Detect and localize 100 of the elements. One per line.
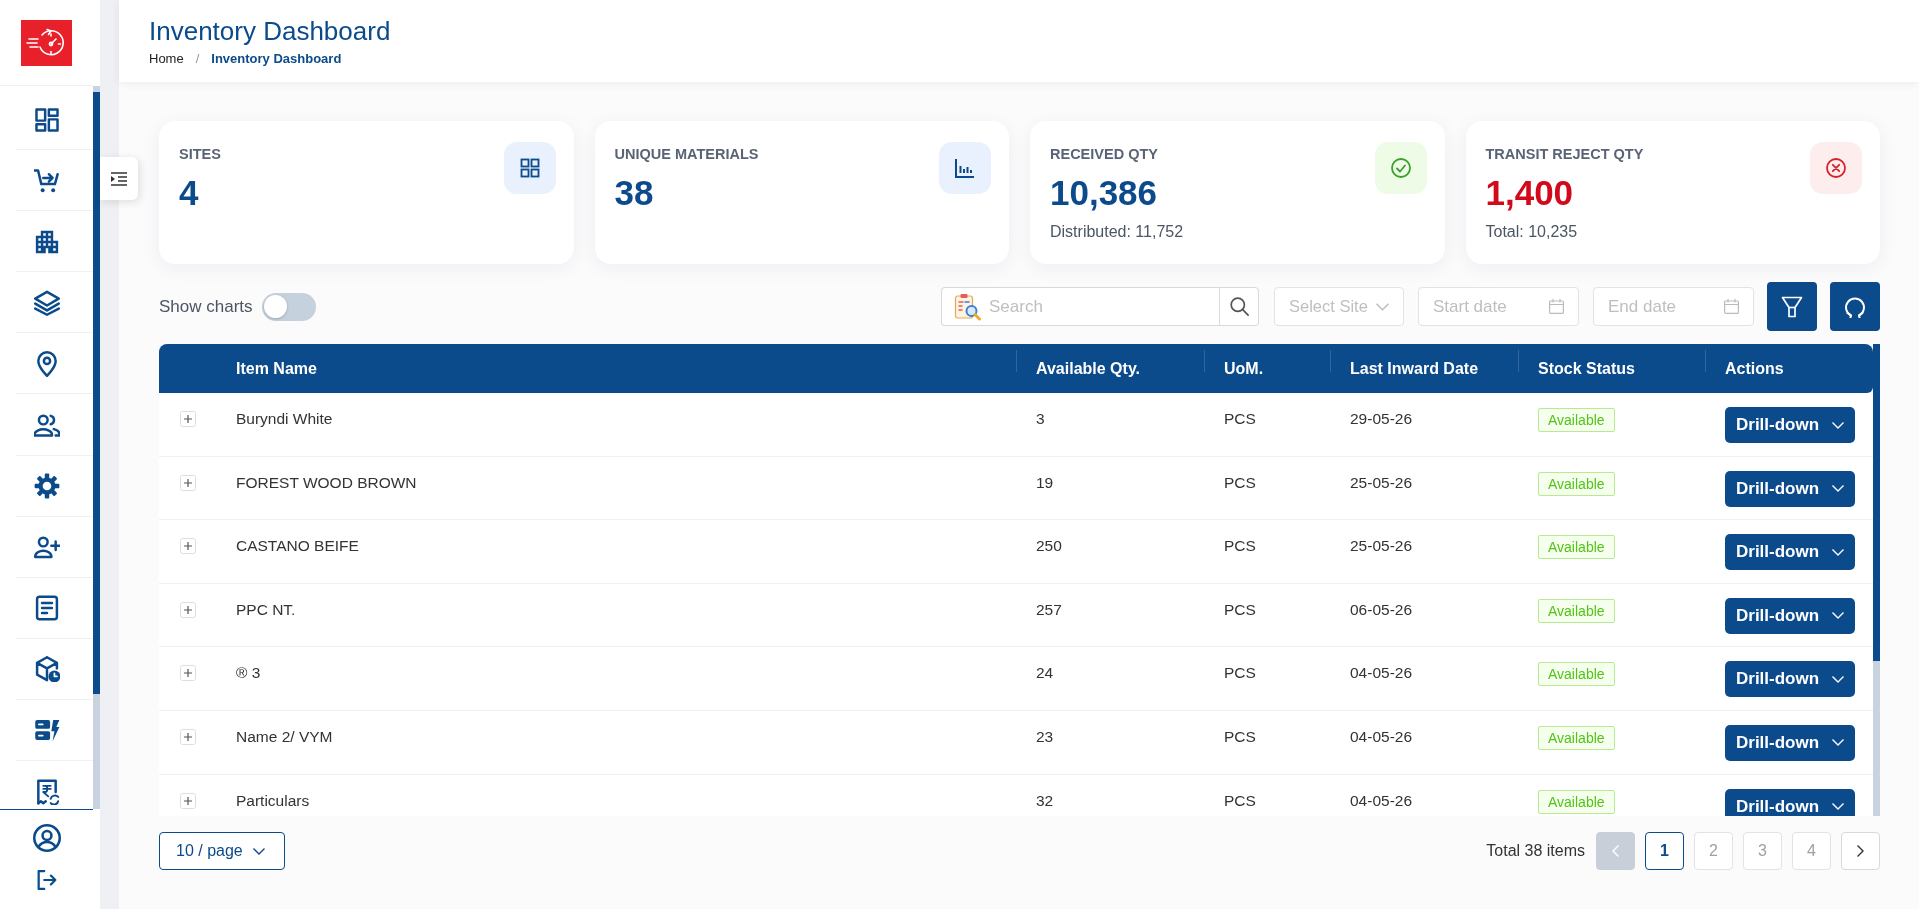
plus-square-icon[interactable] (179, 411, 196, 427)
start-date-field[interactable]: Start date (1418, 287, 1579, 326)
chevron-down-icon (1832, 739, 1844, 747)
unit-value: PCS (1224, 599, 1256, 620)
unit-value: PCS (1224, 536, 1256, 557)
column-header: Stock Status (1538, 359, 1635, 377)
inward-date: 04-05-26 (1350, 790, 1413, 811)
clipboard-search-icon (954, 292, 982, 321)
quantity-value: 250 (1036, 536, 1062, 557)
inward-date: 25-05-26 (1350, 472, 1413, 493)
stat-label: UNIQUE MATERIALS (614, 145, 759, 163)
search-button[interactable] (1219, 287, 1259, 326)
collapse-sidebar-button[interactable] (100, 157, 138, 200)
status-badge: Available (1538, 598, 1615, 623)
cart-arrow-icon (33, 167, 60, 194)
column-header: Item Name (236, 359, 317, 377)
speedometer-icon (21, 19, 72, 66)
scrollbar-thumb[interactable] (1873, 344, 1880, 661)
plus-square-icon[interactable] (179, 474, 196, 491)
status-badge: Available (1538, 471, 1615, 496)
status-badge: Available (1538, 408, 1615, 432)
plus-square-icon[interactable] (179, 728, 196, 745)
show-charts-toggle[interactable] (261, 292, 316, 321)
document-icon (33, 595, 60, 622)
item-name: FOREST WOOD BROWN (236, 472, 417, 493)
inward-date: 25-05-26 (1350, 536, 1413, 557)
breadcrumb-separator: / (195, 51, 200, 67)
quantity-value: 23 (1036, 726, 1054, 747)
drill-down-button[interactable]: Drill-down (1725, 788, 1855, 816)
chevron-down-icon (1832, 803, 1844, 811)
status-badge: Available (1538, 535, 1615, 560)
user-circle-icon (32, 824, 61, 852)
column-header: UoM. (1224, 359, 1264, 377)
chevron-down-icon (1832, 675, 1844, 683)
plus-square-icon[interactable] (179, 665, 196, 682)
page-button[interactable]: 1 (1645, 832, 1684, 870)
chevron-down-icon (1376, 302, 1389, 311)
chevron-down-icon (1832, 612, 1844, 620)
refresh-icon (1844, 295, 1866, 318)
drill-down-button[interactable]: Drill-down (1725, 661, 1855, 698)
stat-value: 38 (614, 173, 654, 213)
item-name: CASTANO BEIFE (236, 536, 359, 557)
inward-date: 29-05-26 (1350, 409, 1413, 429)
search-field[interactable]: Search (941, 287, 1219, 326)
search-icon (1229, 297, 1249, 316)
drill-down-button[interactable]: Drill-down (1725, 407, 1855, 443)
stat-label: SITES (179, 145, 221, 163)
logout-button[interactable] (36, 870, 57, 890)
page-title: Inventory Dashboard (149, 15, 391, 47)
stat-label: RECEIVED QTY (1050, 145, 1158, 163)
item-name: Buryndi White (236, 409, 333, 429)
unit-value: PCS (1224, 663, 1256, 684)
drill-down-button[interactable]: Drill-down (1725, 534, 1855, 571)
scrollbar-thumb[interactable] (93, 92, 100, 694)
refresh-button[interactable] (1830, 282, 1880, 331)
item-name: Particulars (236, 790, 310, 811)
stat-value: 10,386 (1050, 173, 1158, 213)
unit-value: PCS (1224, 790, 1256, 811)
stat-label: TRANSIT REJECT QTY (1485, 145, 1644, 163)
show-charts-label: Show charts (159, 296, 253, 317)
end-date-field[interactable]: End date (1593, 287, 1754, 326)
stat-value: 1,400 (1485, 173, 1574, 213)
dashboard-icon (33, 106, 60, 133)
total-items-label: Total 38 items (1486, 842, 1585, 860)
breadcrumb-link[interactable]: Home (149, 51, 184, 67)
drill-down-button[interactable]: Drill-down (1725, 470, 1855, 507)
grid-icon (503, 142, 556, 194)
chevron-down-icon (252, 847, 265, 855)
status-badge: Available (1538, 789, 1615, 814)
unit-value: PCS (1224, 726, 1256, 747)
chevron-down-icon (1832, 421, 1844, 429)
quantity-value: 24 (1036, 663, 1054, 684)
bar-chart-icon (939, 142, 991, 194)
filter-button[interactable] (1767, 282, 1817, 331)
page-size-select[interactable]: 10 / page (159, 832, 285, 870)
item-name: Name 2/ VYM (236, 726, 333, 747)
chevron-down-icon (1832, 548, 1844, 556)
plus-square-icon[interactable] (179, 538, 196, 555)
drill-down-button[interactable]: Drill-down (1725, 724, 1855, 761)
building-icon (33, 228, 60, 255)
inward-date: 06-05-26 (1350, 599, 1413, 620)
column-header: Actions (1725, 359, 1784, 377)
drill-down-button[interactable]: Drill-down (1725, 597, 1855, 634)
chevron-down-icon (1832, 485, 1844, 493)
plus-square-icon[interactable] (179, 601, 196, 618)
chevron-right-icon (1857, 845, 1864, 857)
unit-value: PCS (1224, 409, 1256, 429)
quantity-value: 19 (1036, 472, 1054, 493)
next-page-button[interactable] (1841, 832, 1880, 870)
quantity-value: 32 (1036, 790, 1054, 811)
settings-icon (33, 473, 60, 500)
plus-square-icon[interactable] (179, 792, 196, 809)
logout-icon (36, 870, 57, 890)
quantity-value: 3 (1036, 409, 1045, 429)
profile-button[interactable] (32, 824, 61, 852)
breadcrumb-current: Inventory Dashboard (211, 51, 342, 67)
add-user-icon (33, 534, 60, 561)
stat-note: Total: 10,235 (1485, 222, 1578, 242)
indent-icon (111, 171, 127, 186)
stat-value: 4 (179, 173, 199, 213)
